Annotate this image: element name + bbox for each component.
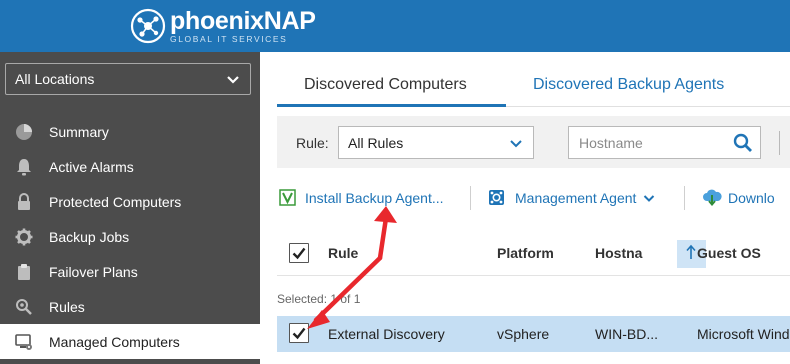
tab-discovered-computers[interactable]: Discovered Computers [304, 76, 467, 94]
sidebar-item-backup-jobs[interactable]: Backup Jobs [0, 219, 260, 254]
selection-count: Selected: 1 of 1 [277, 292, 361, 306]
sidebar: All Locations Summary Active Alarms Prot… [0, 52, 270, 364]
tab-divider [506, 106, 790, 107]
download-label: Downlo [728, 189, 775, 206]
clipboard-icon [18, 264, 30, 280]
brand-logo[interactable]: phoenixNAP GLOBAL IT SERVICES [130, 6, 316, 46]
download-button[interactable]: Downlo [702, 189, 775, 206]
cell-rule: External Discovery [328, 326, 445, 342]
active-tab-indicator [277, 104, 506, 107]
sidebar-item-label: Active Alarms [49, 158, 134, 175]
cell-guest-os: Microsoft Wind [697, 326, 790, 342]
tab-discovered-backup-agents[interactable]: Discovered Backup Agents [533, 76, 724, 94]
computer-icon [15, 334, 32, 350]
location-select[interactable]: All Locations [5, 63, 251, 95]
sidebar-item-active-alarms[interactable]: Active Alarms [0, 149, 260, 184]
management-agent-icon [489, 190, 504, 205]
rule-filter-select[interactable]: All Rules [338, 126, 534, 159]
sidebar-item-label: Failover Plans [49, 263, 138, 280]
column-header-hostname[interactable]: Hostna [595, 245, 642, 261]
lock-icon [18, 193, 30, 210]
sidebar-item-label: Protected Computers [49, 193, 182, 210]
rules-icon [16, 299, 32, 315]
sidebar-nav: Summary Active Alarms Protected Computer… [0, 114, 270, 359]
brand-name: phoenixNAP [170, 6, 316, 35]
filter-divider [779, 131, 780, 155]
row-checkbox[interactable] [289, 323, 309, 343]
select-all-checkbox[interactable] [289, 243, 309, 263]
search-icon[interactable] [733, 133, 753, 153]
install-backup-agent-button[interactable]: Install Backup Agent... [279, 189, 444, 206]
toolbar-divider [470, 186, 471, 210]
column-header-guest-os[interactable]: Guest OS [697, 245, 761, 261]
sidebar-item-label: Rules [49, 298, 85, 315]
sidebar-item-protected-computers[interactable]: Protected Computers [0, 184, 260, 219]
location-select-value: All Locations [15, 71, 95, 87]
column-header-platform[interactable]: Platform [497, 245, 554, 261]
phoenixnap-logo-icon [130, 8, 166, 44]
install-backup-agent-label: Install Backup Agent... [305, 189, 444, 206]
sort-ascending-icon[interactable] [685, 244, 697, 260]
sidebar-item-failover-plans[interactable]: Failover Plans [0, 254, 260, 289]
sidebar-item-summary[interactable]: Summary [0, 114, 260, 149]
chevron-down-icon [644, 194, 655, 202]
cell-platform: vSphere [497, 326, 550, 342]
checkmark-icon [292, 327, 306, 340]
chevron-down-icon [227, 76, 239, 84]
sidebar-item-label: Managed Computers [49, 333, 180, 350]
column-header-rule[interactable]: Rule [328, 245, 358, 261]
rule-filter-label: Rule: [296, 135, 329, 151]
rule-filter-value: All Rules [348, 134, 404, 151]
install-agent-icon [279, 189, 296, 206]
table-row[interactable]: External Discovery vSphere WIN-BD... Mic… [277, 316, 790, 352]
management-agent-button[interactable]: Management Agent [488, 189, 655, 206]
tab-bar: Discovered Computers Discovered Backup A… [260, 52, 790, 108]
cell-hostname: WIN-BD... [595, 326, 658, 342]
sidebar-item-rules[interactable]: Rules [0, 289, 260, 324]
sidebar-item-label: Summary [49, 123, 109, 140]
filter-bar: Rule: All Rules [277, 116, 790, 168]
brand-tagline: GLOBAL IT SERVICES [170, 33, 288, 44]
sidebar-item-label: Backup Jobs [49, 228, 130, 245]
action-toolbar: Install Backup Agent... Management Agent… [277, 180, 790, 220]
pie-chart-icon [16, 124, 32, 140]
chevron-down-icon [510, 140, 522, 148]
toolbar-divider [684, 186, 685, 210]
bell-icon [17, 159, 31, 176]
top-header: phoenixNAP GLOBAL IT SERVICES [0, 0, 790, 52]
sidebar-item-managed-computers[interactable]: Managed Computers [0, 324, 270, 359]
table-header: Rule Platform Hostna Guest OS [277, 230, 790, 276]
checkmark-icon [292, 247, 306, 260]
management-agent-label: Management Agent [515, 189, 637, 206]
gear-icon [15, 228, 33, 246]
main-content: Discovered Computers Discovered Backup A… [260, 52, 790, 364]
cloud-download-icon [703, 189, 722, 206]
